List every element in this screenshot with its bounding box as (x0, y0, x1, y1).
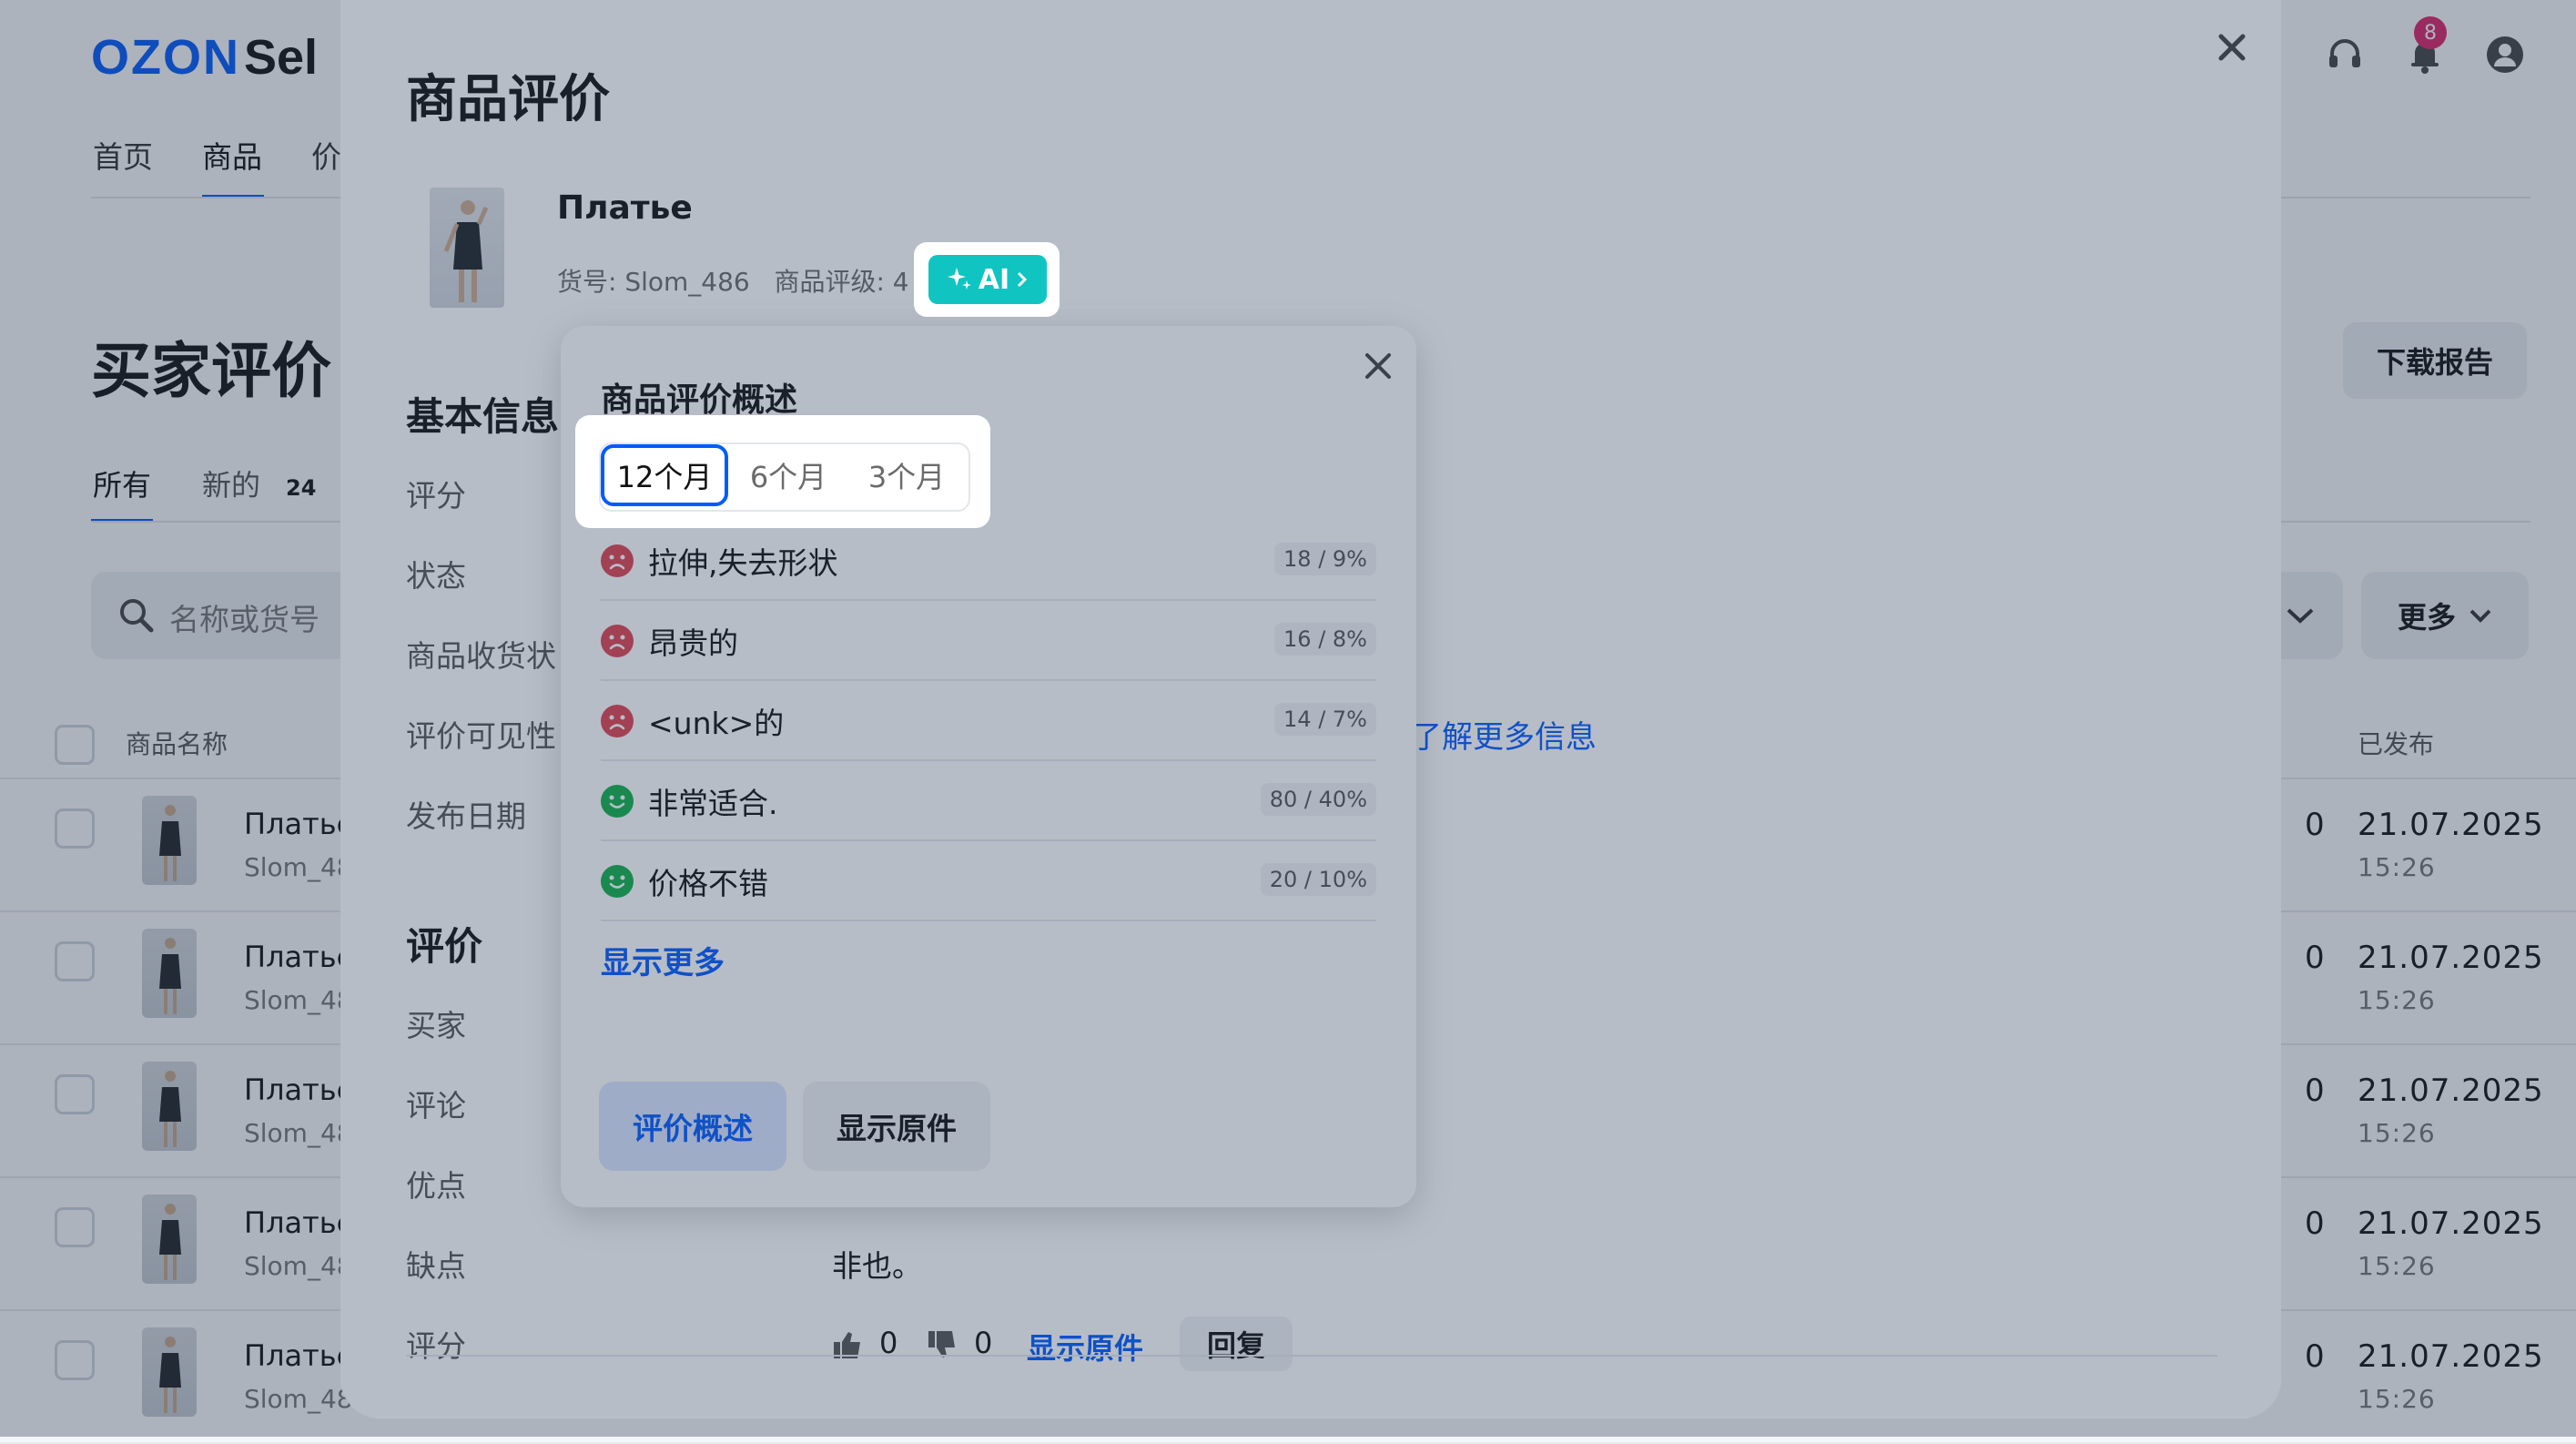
period-6-months[interactable]: 6个月 (734, 444, 843, 506)
modal-dim-overlay (340, 0, 2281, 1419)
period-12-months[interactable]: 12个月 (601, 444, 728, 506)
chevron-right-icon (1018, 271, 1028, 288)
ai-summary-button[interactable]: AI (928, 255, 1047, 304)
period-3-months[interactable]: 3个月 (852, 444, 961, 506)
ai-label: AI (978, 263, 1010, 296)
sparkle-icon (947, 268, 971, 290)
